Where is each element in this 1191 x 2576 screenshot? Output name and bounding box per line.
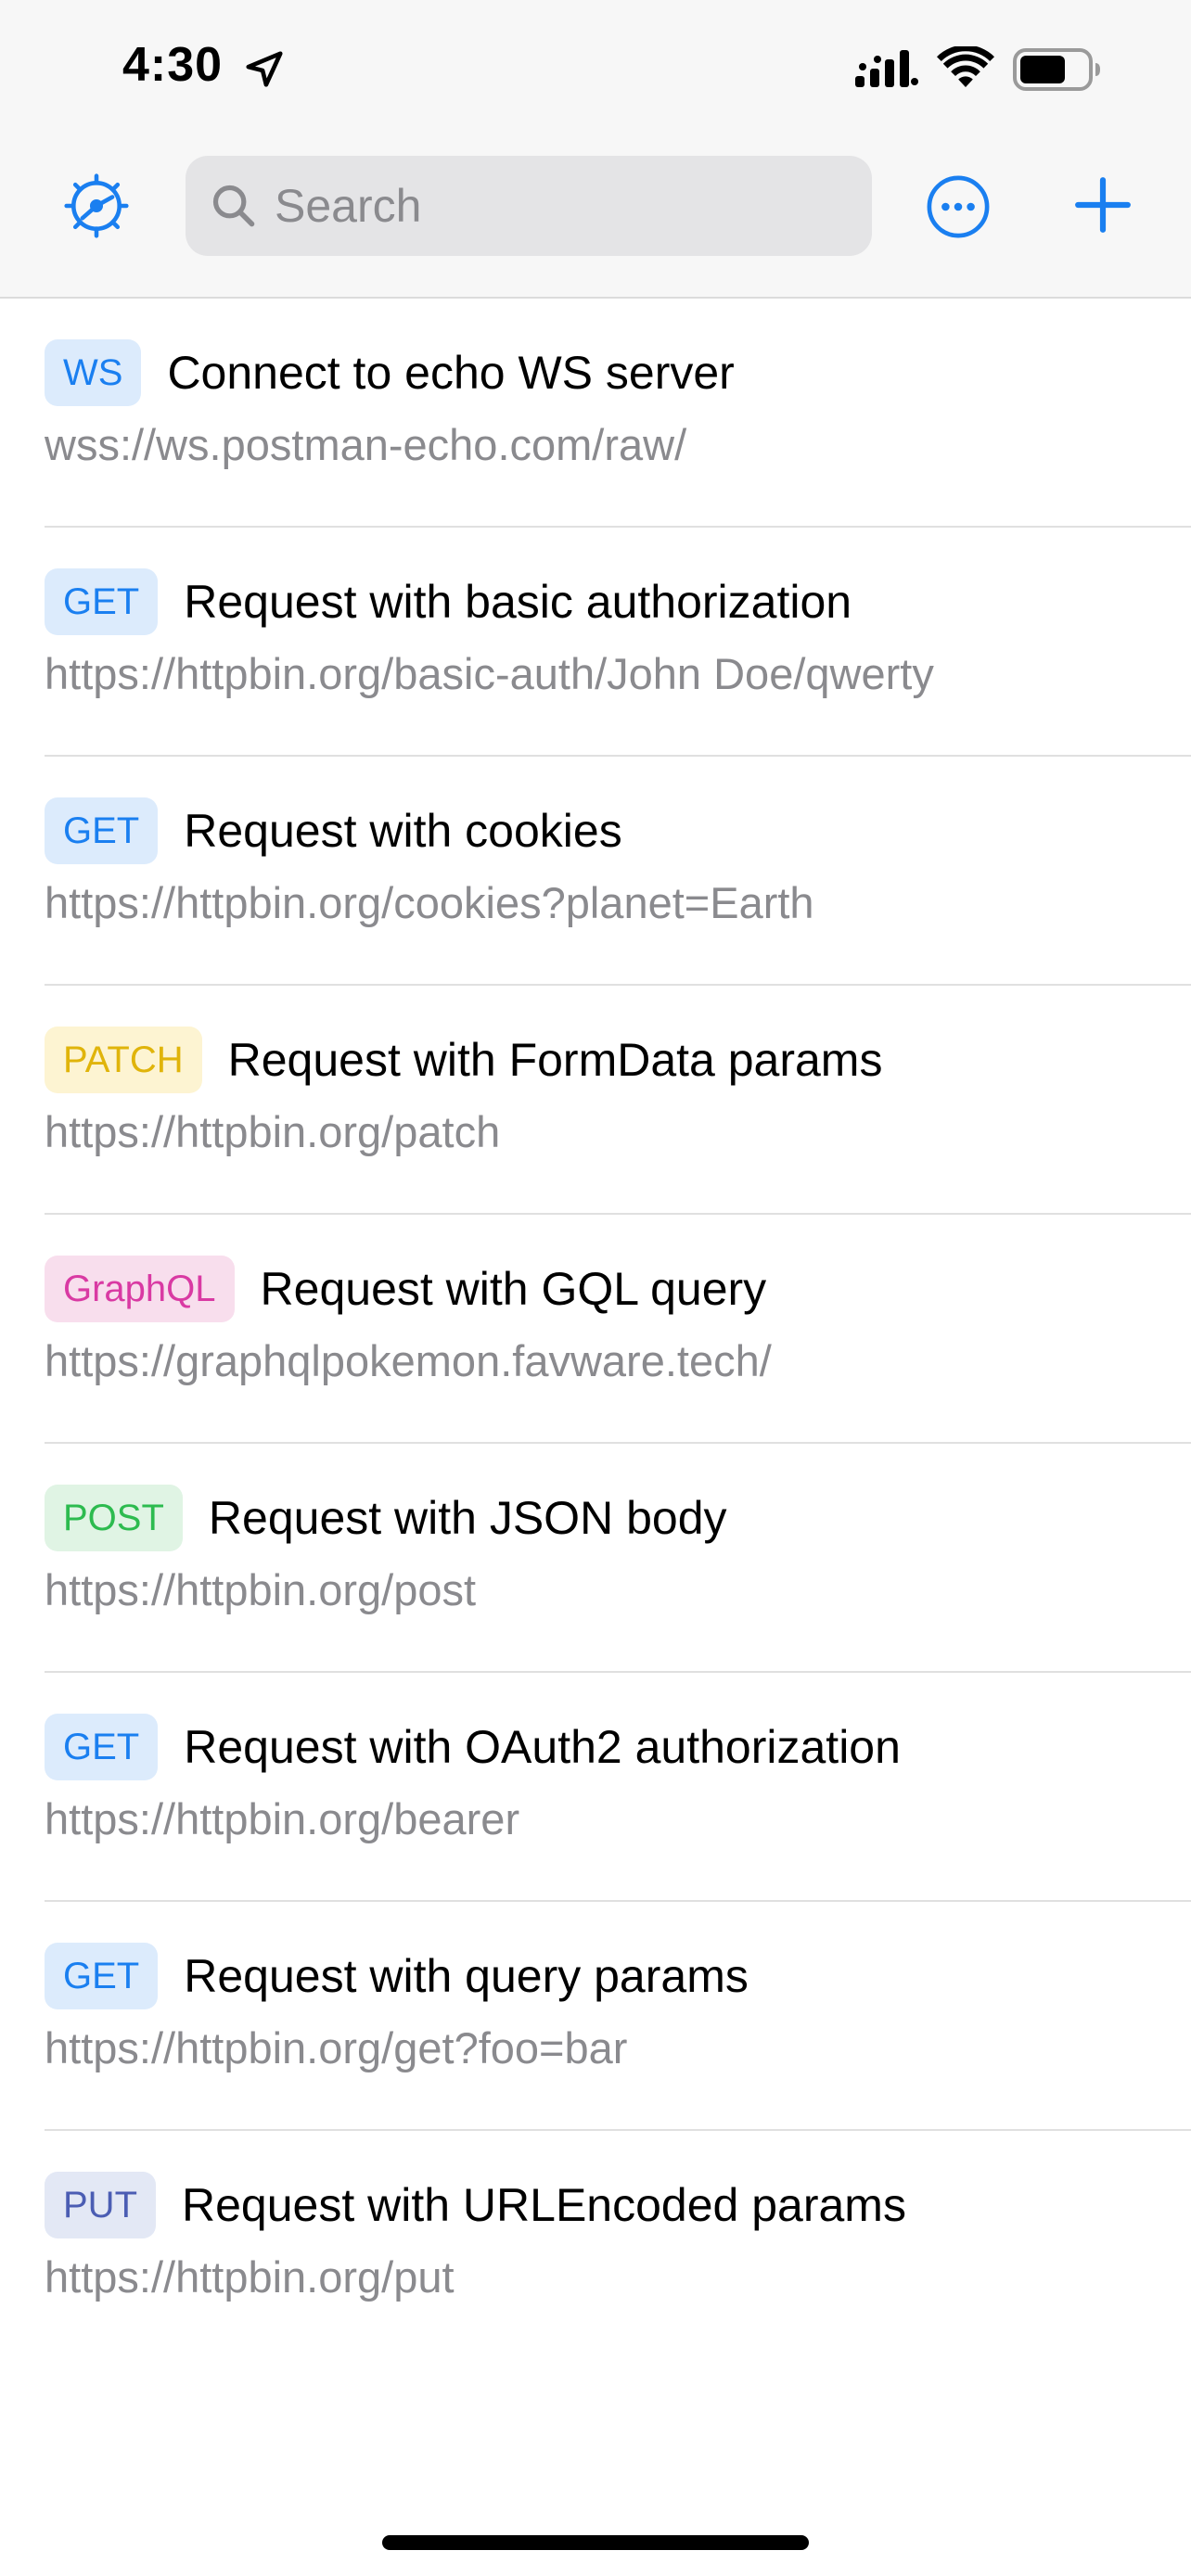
request-row[interactable]: PATCH Request with FormData params https:/… [45,986,1191,1215]
request-title: Request with GQL query [260,1263,767,1315]
cellular-signal-icon [855,50,918,87]
gear-icon [64,173,129,238]
top-bar: 4:30 [0,0,1191,299]
battery-icon [1013,48,1100,91]
request-title: Request with JSON body [208,1492,727,1544]
request-row-header: GET Request with OAuth2 authorization [45,1712,901,1782]
request-row[interactable]: PUT Request with URLEncoded params https:/… [45,2131,1191,2360]
request-row[interactable]: GET Request with OAuth2 authorization http… [45,1673,1191,1902]
request-url: https://httpbin.org/post [45,1565,477,1614]
request-row[interactable]: GET Request with cookies https://httpbin.o… [45,757,1191,986]
request-row[interactable]: GET Request with query params https://http… [45,1902,1191,2131]
wifi-icon [937,46,994,87]
request-url: https://graphqlpokemon.favware.tech/ [45,1336,772,1385]
request-row-header: GraphQL Request with GQL query [45,1254,766,1324]
location-arrow-icon [246,51,283,87]
request-row-header: WS Connect to echo WS server [45,338,735,408]
request-title: Request with query params [184,1950,749,2002]
method-badge: PATCH [45,1027,202,1093]
request-row-header: GET Request with basic authorization [45,567,852,637]
search-input[interactable] [273,178,829,234]
request-url: https://httpbin.org/cookies?planet=Earth [45,878,814,927]
method-badge: WS [45,339,142,406]
request-row-header: POST Request with JSON body [45,1483,727,1553]
request-row[interactable]: GET Request with basic authorization https… [45,528,1191,757]
request-row-header: GET Request with query params [45,1941,749,2011]
method-badge: POST [45,1485,183,1551]
method-badge: GET [45,1943,159,2009]
request-url: wss://ws.postman-echo.com/raw/ [45,420,687,469]
request-row-header: PATCH Request with FormData params [45,1025,882,1095]
request-url: https://httpbin.org/patch [45,1107,501,1156]
request-title: Request with OAuth2 authorization [184,1721,901,1773]
more-options-button[interactable] [926,174,991,239]
request-list: WS Connect to echo WS server wss://ws.post… [0,299,1191,2360]
request-row[interactable]: GraphQL Request with GQL query https://gra… [45,1215,1191,1444]
request-title: Connect to echo WS server [167,347,735,399]
search-field[interactable] [186,156,872,256]
request-title: Request with URLEncoded params [182,2179,906,2231]
request-title: Request with basic authorization [184,576,852,628]
method-badge: GET [45,1714,159,1780]
request-title: Request with FormData params [227,1034,883,1086]
settings-button[interactable] [61,171,132,241]
method-badge: PUT [45,2172,156,2238]
request-row[interactable]: WS Connect to echo WS server wss://ws.post… [45,299,1191,528]
search-icon [212,185,255,227]
request-title: Request with cookies [184,805,622,857]
request-row[interactable]: POST Request with JSON body https://httpbi… [45,1444,1191,1673]
request-url: https://httpbin.org/put [45,2252,455,2302]
request-url: https://httpbin.org/bearer [45,1794,520,1843]
request-row-header: GET Request with cookies [45,796,622,866]
status-time: 4:30 [122,38,224,92]
request-row-header: PUT Request with URLEncoded params [45,2170,906,2240]
request-url: https://httpbin.org/basic-auth/John Doe/… [45,649,934,698]
method-badge: GraphQL [45,1256,235,1322]
home-indicator [382,2535,809,2550]
add-request-button[interactable] [1072,174,1133,236]
method-badge: GET [45,797,159,864]
method-badge: GET [45,568,159,635]
request-url: https://httpbin.org/get?foo=bar [45,2023,628,2072]
